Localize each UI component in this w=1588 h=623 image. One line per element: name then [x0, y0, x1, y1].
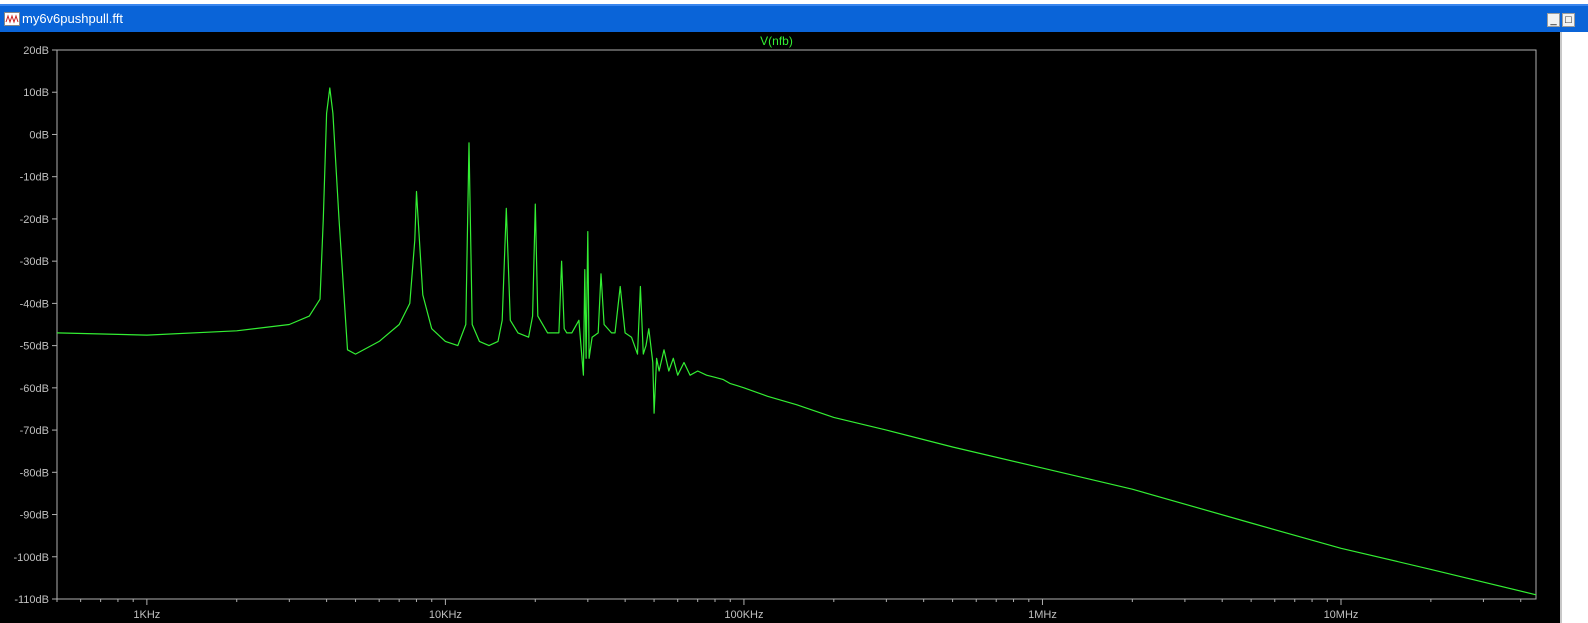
y-tick-label: -20dB [20, 214, 49, 226]
x-tick-label: 10KHz [429, 609, 462, 621]
trace-line [56, 87, 1537, 596]
window-titlebar[interactable]: my6v6pushpull.fft _ □ [0, 4, 1588, 32]
y-tick-label: -90dB [20, 510, 49, 522]
y-tick-label: -30dB [20, 256, 49, 268]
y-tick-label: 0dB [29, 129, 49, 141]
y-tick-label: -80dB [20, 467, 49, 479]
waveform-plot-pane[interactable]: 20dB 10dB 0dB -10dB -20dB -30dB -40dB -50dB -60d… [0, 32, 1560, 623]
y-tick-label: -100dB [14, 552, 49, 564]
plot-frame [56, 49, 1537, 600]
y-tick-label: -40dB [20, 298, 49, 310]
y-tick-label: 10dB [23, 87, 49, 99]
window-right-edge [1560, 32, 1588, 623]
x-tick-label: 1MHz [1028, 609, 1057, 621]
y-tick-label: -110dB [14, 594, 49, 606]
y-tick-label: -10dB [20, 172, 49, 184]
y-tick-label: -50dB [20, 341, 49, 353]
x-tick-label: 1KHz [133, 609, 160, 621]
x-tick-label: 100KHz [724, 609, 763, 621]
y-tick-label: -60dB [20, 383, 49, 395]
fft-waveform-icon [4, 12, 20, 26]
y-tick-label: -70dB [20, 425, 49, 437]
trace-title: V(nfb) [760, 34, 793, 48]
maximize-button[interactable]: □ [1562, 13, 1575, 27]
y-tick-label: 20dB [23, 45, 49, 57]
minimize-button[interactable]: _ [1547, 13, 1560, 27]
fft-chart[interactable]: 20dB 10dB 0dB -10dB -20dB -30dB -40dB -50dB -60d… [0, 32, 1560, 623]
window-title: my6v6pushpull.fft [22, 11, 123, 26]
x-tick-label: 10MHz [1324, 609, 1359, 621]
